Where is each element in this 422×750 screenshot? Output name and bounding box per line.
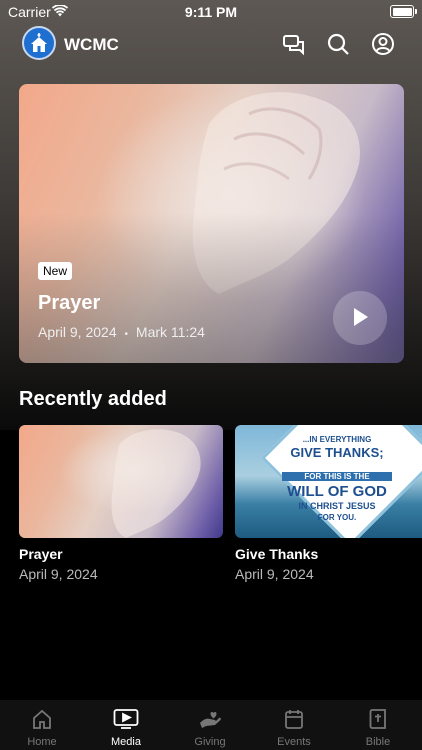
featured-title: Prayer xyxy=(38,292,101,314)
card-title: Give Thanks xyxy=(235,546,319,562)
media-card-give-thanks[interactable]: ...IN EVERYTHING GIVE THANKS; FOR THIS I… xyxy=(235,425,422,582)
app-header: WCMC xyxy=(0,26,422,62)
tab-label: Home xyxy=(27,736,57,748)
status-bar: Carrier 9:11 PM xyxy=(0,0,422,24)
chat-icon[interactable] xyxy=(282,32,306,56)
play-icon xyxy=(354,308,368,326)
give-thanks-thumbnail: ...IN EVERYTHING GIVE THANKS; FOR THIS I… xyxy=(235,425,422,538)
calendar-icon xyxy=(285,710,303,729)
status-time: 9:11 PM xyxy=(184,4,238,20)
home-icon xyxy=(33,709,51,729)
tab-media[interactable]: Media xyxy=(84,708,168,748)
bible-icon xyxy=(369,709,386,729)
art-line: WILL OF GOD xyxy=(287,483,387,500)
tab-label: Bible xyxy=(365,736,391,748)
featured-media-card[interactable]: New Prayer April 9, 2024 • Mark 11:24 xyxy=(19,84,404,363)
battery-icon xyxy=(390,5,417,18)
app-title: WCMC xyxy=(64,35,119,54)
media-icon xyxy=(113,709,139,729)
featured-reference: Mark 11:24 xyxy=(135,324,205,340)
tab-label: Events xyxy=(277,736,311,748)
art-line: FOR YOU. xyxy=(317,513,357,522)
featured-separator: • xyxy=(124,329,129,340)
tab-giving[interactable]: Giving xyxy=(168,708,252,748)
section-title-recently-added: Recently added xyxy=(19,388,167,410)
search-icon[interactable] xyxy=(326,32,350,56)
tab-label: Media xyxy=(111,736,141,748)
church-logo-icon[interactable] xyxy=(22,26,56,60)
tab-events[interactable]: Events xyxy=(252,708,336,748)
card-date: April 9, 2024 xyxy=(19,566,98,582)
tab-home[interactable]: Home xyxy=(0,708,84,748)
art-line: ...IN EVERYTHING xyxy=(302,435,372,444)
art-line: FOR THIS IS THE xyxy=(282,472,392,481)
new-badge: New xyxy=(38,262,73,280)
profile-icon[interactable] xyxy=(371,32,395,56)
card-date: April 9, 2024 xyxy=(235,566,314,582)
giving-icon xyxy=(200,712,221,728)
prayer-thumbnail xyxy=(19,425,223,538)
featured-subtitle: April 9, 2024 • Mark 11:24 xyxy=(38,324,205,340)
art-line: GIVE THANKS; xyxy=(290,445,384,460)
card-title: Prayer xyxy=(19,546,63,562)
tab-bible[interactable]: Bible xyxy=(336,708,420,748)
art-line: IN CHRIST JESUS xyxy=(298,501,376,511)
featured-date: April 9, 2024 xyxy=(38,324,117,340)
bottom-tab-bar: Home Media Giving Events Bible xyxy=(0,700,422,750)
play-button[interactable] xyxy=(333,291,387,345)
tab-label: Giving xyxy=(194,736,226,748)
media-card-prayer[interactable]: Prayer April 9, 2024 xyxy=(19,425,223,582)
